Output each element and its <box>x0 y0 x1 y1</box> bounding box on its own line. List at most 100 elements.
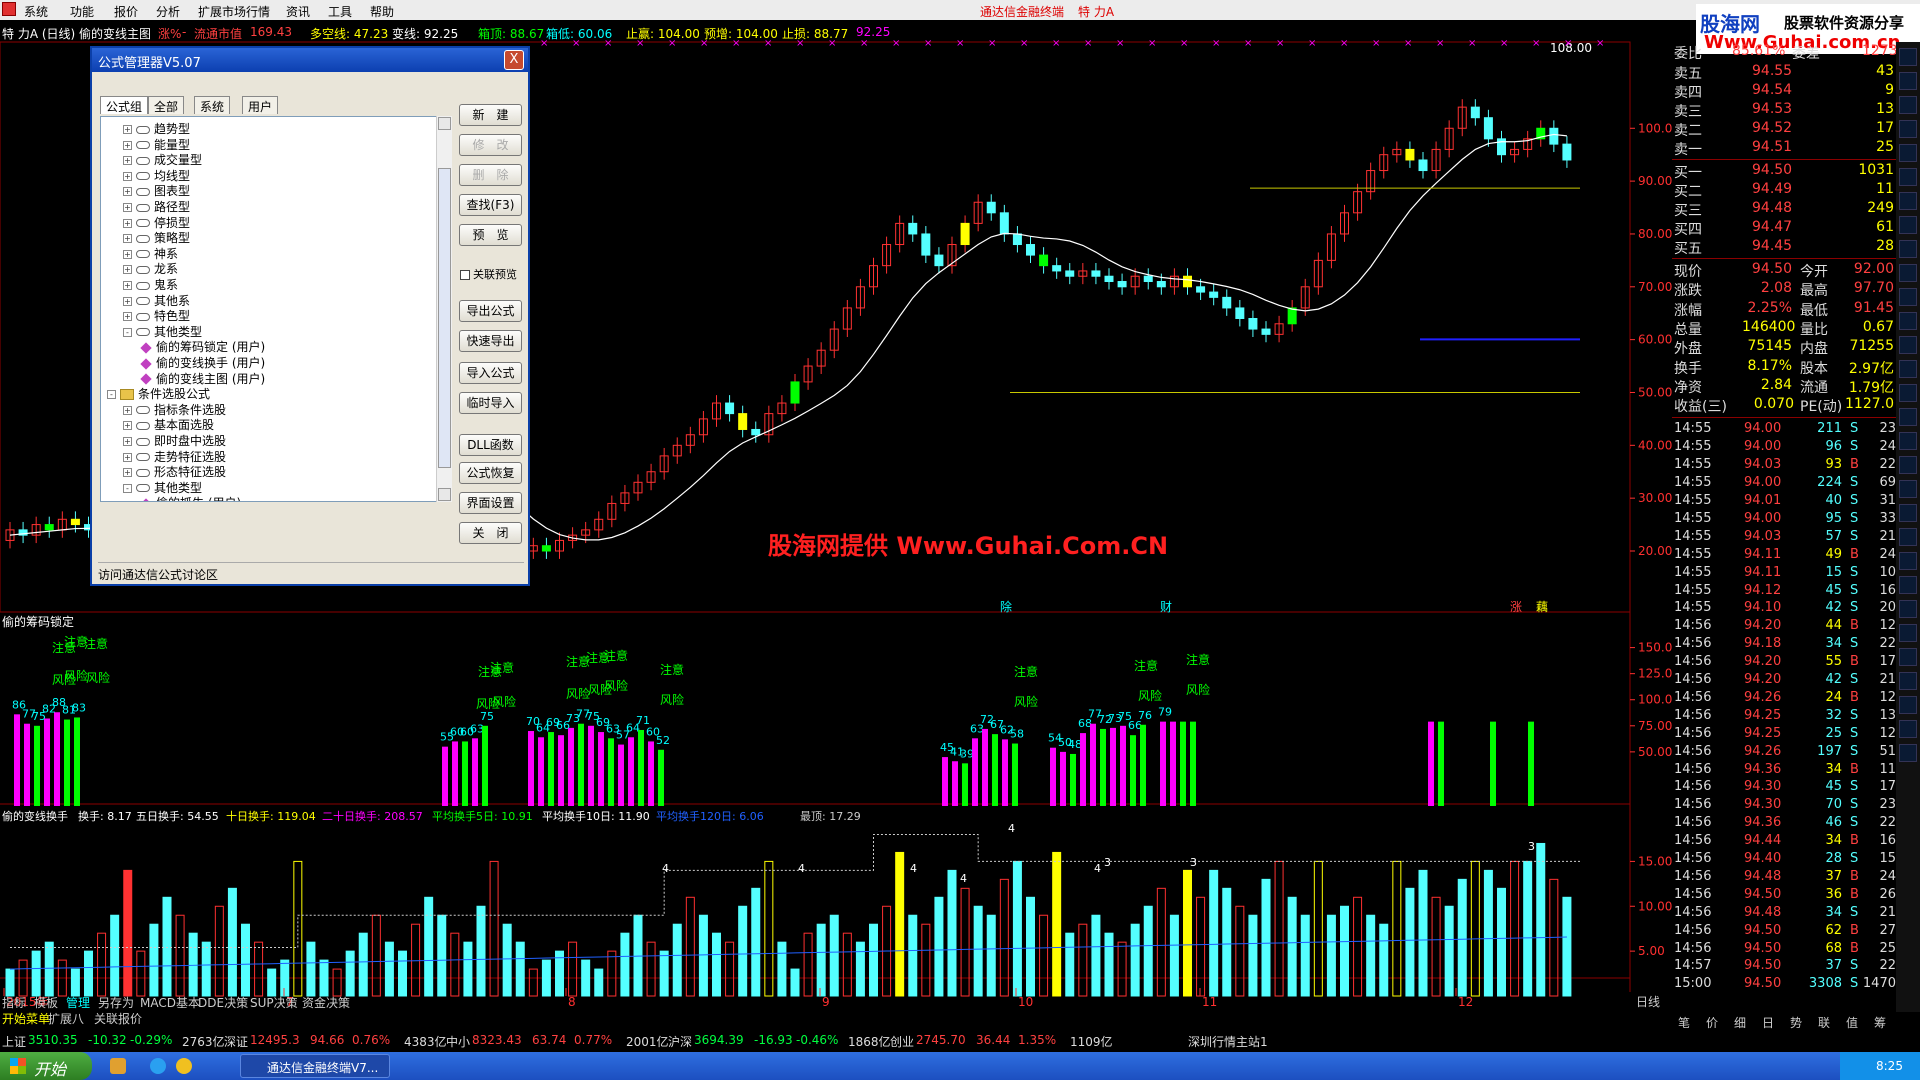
buy-row[interactable]: 买一 94.50 1031 <box>1672 161 1900 181</box>
dialog-button[interactable]: DLL函数 <box>459 434 522 456</box>
indicator-tab[interactable]: 模板 <box>34 994 58 1011</box>
toolbar-icon[interactable] <box>1899 288 1917 306</box>
buy-row[interactable]: 买四 94.47 61 <box>1672 218 1900 238</box>
indicator-tab[interactable]: 管理 <box>66 994 90 1011</box>
quicklaunch-icon[interactable] <box>110 1058 126 1074</box>
toolbar-icon[interactable] <box>1899 72 1917 90</box>
tree-item[interactable]: + 成交量型 <box>123 151 202 167</box>
menu-tab[interactable]: 关联报价 <box>94 1010 142 1027</box>
tree-item[interactable]: 偷的变线主图 (用户) <box>139 370 265 386</box>
expand-icon[interactable]: + <box>123 171 132 181</box>
toolbar-icon[interactable] <box>1899 360 1917 378</box>
dialog-button[interactable]: 修 改 <box>459 134 522 156</box>
tree-item[interactable]: + 特色型 <box>123 307 190 323</box>
tree-item[interactable]: + 图表型 <box>123 182 190 198</box>
indicator-tab[interactable]: 另存为 <box>98 994 134 1011</box>
toolbar-icon[interactable] <box>1899 672 1917 690</box>
dialog-button[interactable]: 导入公式 <box>459 362 522 384</box>
indicator-tab[interactable]: 资金决策 <box>302 994 350 1011</box>
toolbar-icon[interactable] <box>1899 168 1917 186</box>
tab-system[interactable]: 系统 <box>194 96 231 114</box>
toolbar-icon[interactable] <box>1899 48 1917 66</box>
taskbar-app-item[interactable]: 通达信金融终端V7... <box>240 1054 390 1078</box>
right-tab[interactable]: 细 <box>1734 1014 1746 1031</box>
toolbar-icon[interactable] <box>1899 336 1917 354</box>
right-tab[interactable]: 势 <box>1790 1014 1802 1031</box>
tab-user[interactable]: 用户 <box>242 96 279 114</box>
checkbox-box[interactable] <box>460 270 470 280</box>
toolbar-icon[interactable] <box>1899 408 1917 426</box>
toolbar-icon[interactable] <box>1899 240 1917 258</box>
toolbar-icon[interactable] <box>1899 384 1917 402</box>
tree-item[interactable]: + 基本面选股 <box>123 416 214 432</box>
tree-item[interactable]: + 形态特征选股 <box>123 463 226 479</box>
menu-ext-market[interactable]: 扩展市场行情 <box>198 3 270 20</box>
menu-tab[interactable]: 扩展八 <box>48 1010 84 1027</box>
tree-item[interactable]: - 其他类型 <box>123 323 202 339</box>
toolbar-icon[interactable] <box>1899 552 1917 570</box>
tree-item[interactable]: - 条件选股公式 <box>107 385 210 401</box>
tree-item[interactable]: - 其他类型 <box>123 479 202 495</box>
expand-icon[interactable]: + <box>123 281 132 290</box>
toolbar-icon[interactable] <box>1899 720 1917 738</box>
toolbar-icon[interactable] <box>1899 576 1917 594</box>
tree-item[interactable]: + 策略型 <box>123 229 190 245</box>
tree-item[interactable]: 偷的抓牛 (用户) <box>139 494 241 501</box>
expand-icon[interactable]: + <box>123 187 132 197</box>
tree-item[interactable]: + 走势特征选股 <box>123 448 226 464</box>
expand-icon[interactable]: + <box>123 156 132 166</box>
toolbar-icon[interactable] <box>1899 504 1917 522</box>
dialog-button[interactable]: 新 建 <box>459 104 522 126</box>
menu-quote[interactable]: 报价 <box>114 3 138 20</box>
browser-icon[interactable] <box>150 1058 166 1074</box>
sell-row[interactable]: 卖四 94.54 9 <box>1672 81 1900 101</box>
tree-item[interactable]: + 能量型 <box>123 136 190 152</box>
tree-item[interactable]: 偷的筹码锁定 (用户) <box>139 338 265 354</box>
dialog-button[interactable]: 公式恢复 <box>459 462 522 484</box>
scroll-down-button[interactable] <box>438 488 451 501</box>
expand-icon[interactable]: + <box>123 296 132 306</box>
menu-news[interactable]: 资讯 <box>286 3 310 20</box>
expand-icon[interactable]: + <box>123 140 132 150</box>
expand-icon[interactable]: + <box>123 125 132 134</box>
menu-tools[interactable]: 工具 <box>328 3 352 20</box>
expand-icon[interactable]: + <box>123 265 132 275</box>
expand-icon[interactable]: + <box>123 421 132 431</box>
dialog-button[interactable]: 关 闭 <box>459 522 522 544</box>
toolbar-icon[interactable] <box>1899 192 1917 210</box>
toolbar-icon[interactable] <box>1899 144 1917 162</box>
toolbar-icon[interactable] <box>1899 264 1917 282</box>
dialog-button[interactable]: 导出公式 <box>459 300 522 322</box>
tree-item[interactable]: + 指标条件选股 <box>123 401 226 417</box>
formula-manager-dialog[interactable]: 公式管理器V5.07 X 公式组 全部 系统 用户 + 趋势型 + 能量型 + 成交量型 +… <box>90 46 530 586</box>
collapse-icon[interactable]: - <box>123 327 132 337</box>
scroll-thumb[interactable] <box>438 168 451 468</box>
toolbar-icon[interactable] <box>1899 648 1917 666</box>
indicator-tab[interactable]: MACD基本 <box>140 994 200 1011</box>
toolbar-icon[interactable] <box>1899 480 1917 498</box>
dialog-button[interactable]: 删 除 <box>459 164 522 186</box>
toolbar-icon[interactable] <box>1899 528 1917 546</box>
expand-icon[interactable]: + <box>123 218 132 228</box>
right-tab[interactable]: 日 <box>1762 1014 1774 1031</box>
toolbar-icon[interactable] <box>1899 432 1917 450</box>
toolbar-icon[interactable] <box>1899 312 1917 330</box>
dialog-close-button[interactable]: X <box>504 50 524 70</box>
toolbar-icon[interactable] <box>1899 120 1917 138</box>
tree-item[interactable]: 偷的变线换手 (用户) <box>139 354 265 370</box>
formula-tree[interactable]: + 趋势型 + 能量型 + 成交量型 + 均线型 + 图表型 + 路径型 + 停损型 + 策略型 + 神系 + 龙系 +… <box>100 116 438 502</box>
expand-icon[interactable]: + <box>123 234 132 244</box>
expand-icon[interactable]: + <box>123 249 132 259</box>
toolbar-icon[interactable] <box>1899 696 1917 714</box>
menu-system[interactable]: 系统 <box>24 3 48 20</box>
right-tab[interactable]: 联 <box>1818 1014 1830 1031</box>
sell-row[interactable]: 卖三 94.53 13 <box>1672 100 1900 120</box>
dialog-button[interactable]: 预 览 <box>459 224 522 246</box>
media-icon[interactable] <box>176 1058 192 1074</box>
toolbar-icon[interactable] <box>1899 96 1917 114</box>
toolbar-icon[interactable] <box>1899 600 1917 618</box>
app-logo-icon[interactable] <box>2 2 16 16</box>
tree-item[interactable]: + 路径型 <box>123 198 190 214</box>
menu-function[interactable]: 功能 <box>70 3 94 20</box>
indicator-tab[interactable]: 指标 <box>2 994 26 1011</box>
